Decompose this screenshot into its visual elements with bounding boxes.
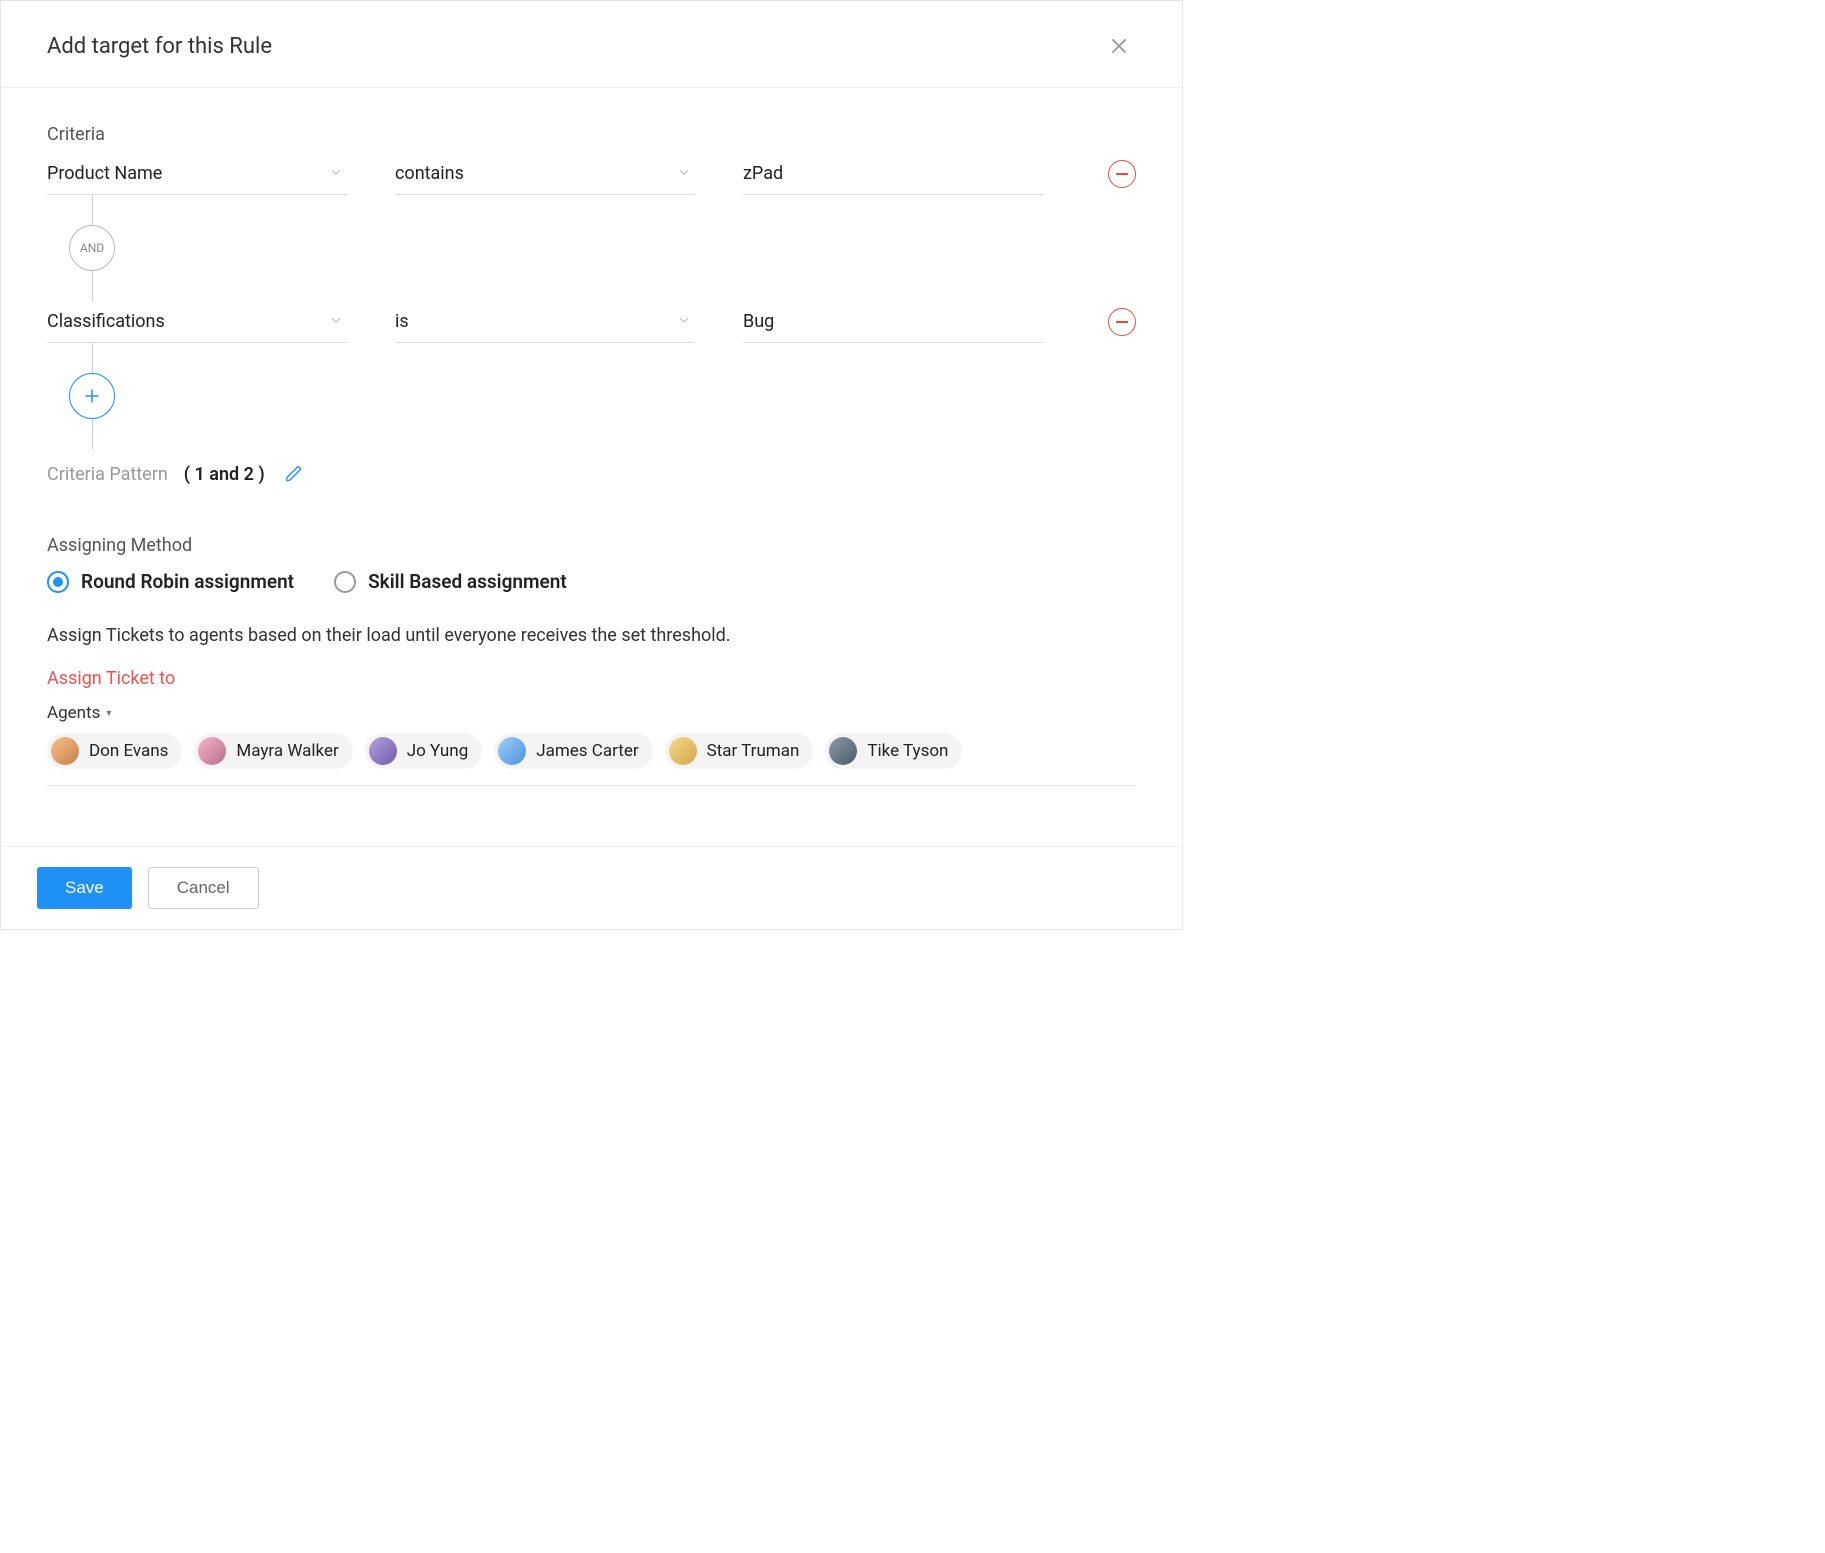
minus-icon — [1116, 321, 1128, 323]
criteria-field-select[interactable]: Classifications — [47, 301, 347, 343]
add-criteria-button[interactable] — [69, 373, 115, 419]
criteria-operator-select[interactable]: contains — [395, 153, 695, 195]
radio-skill-based[interactable]: Skill Based assignment — [334, 570, 567, 593]
dialog-body: Criteria Product Name contains zPad AND — [1, 88, 1182, 846]
chevron-down-icon — [677, 163, 691, 184]
close-icon — [1110, 37, 1128, 55]
agent-name: Jo Yung — [407, 741, 468, 761]
agent-chip[interactable]: James Carter — [494, 733, 652, 769]
chevron-down-icon — [677, 311, 691, 332]
save-button[interactable]: Save — [37, 867, 132, 909]
plus-icon — [83, 387, 101, 405]
criteria-pattern-row: Criteria Pattern ( 1 and 2 ) — [47, 461, 1136, 487]
agent-chip[interactable]: Star Truman — [665, 733, 814, 769]
avatar — [198, 737, 226, 765]
radio-label: Round Robin assignment — [81, 570, 294, 593]
criteria-value-input[interactable]: zPad — [743, 153, 1043, 195]
criteria-field-value: Product Name — [47, 163, 162, 184]
dialog-title: Add target for this Rule — [47, 34, 272, 59]
avatar — [498, 737, 526, 765]
criteria-operator-value: contains — [395, 163, 464, 184]
assign-ticket-to-label: Assign Ticket to — [47, 668, 1136, 689]
agent-chip[interactable]: Jo Yung — [365, 733, 482, 769]
criteria-pattern-value: ( 1 and 2 ) — [184, 464, 265, 485]
radio-icon — [334, 571, 356, 593]
connector-line — [92, 419, 93, 449]
agents-dropdown-label: Agents — [47, 703, 100, 723]
dialog-header: Add target for this Rule — [1, 1, 1182, 88]
minus-icon — [1116, 173, 1128, 175]
criteria-field-select[interactable]: Product Name — [47, 153, 347, 195]
assigning-label: Assigning Method — [47, 535, 1136, 556]
agent-chip[interactable]: Mayra Walker — [194, 733, 352, 769]
add-criteria-wrap — [69, 343, 115, 449]
agent-name: Tike Tyson — [867, 741, 948, 761]
criteria-operator-select[interactable]: is — [395, 301, 695, 343]
avatar — [669, 737, 697, 765]
chevron-down-icon — [329, 311, 343, 332]
assigning-section: Assigning Method Round Robin assignment … — [47, 535, 1136, 786]
criteria-pattern-label: Criteria Pattern — [47, 464, 168, 485]
agent-name: Star Truman — [707, 741, 800, 761]
pencil-icon — [285, 465, 303, 483]
agent-name: Don Evans — [89, 741, 168, 761]
radio-round-robin[interactable]: Round Robin assignment — [47, 570, 294, 593]
avatar — [829, 737, 857, 765]
chevron-down-icon — [329, 163, 343, 184]
criteria-label: Criteria — [47, 124, 1136, 145]
edit-pattern-button[interactable] — [281, 461, 307, 487]
criteria-connector: AND — [69, 195, 115, 301]
cancel-button[interactable]: Cancel — [148, 867, 259, 909]
connector-badge[interactable]: AND — [69, 225, 115, 271]
agent-chips-row: Don Evans Mayra Walker Jo Yung James Car… — [47, 733, 1136, 786]
criteria-row: Product Name contains zPad — [47, 153, 1136, 195]
criteria-value-text: zPad — [743, 163, 783, 184]
caret-down-icon: ▾ — [106, 708, 111, 719]
agent-chip[interactable]: Don Evans — [47, 733, 182, 769]
criteria-value-input[interactable]: Bug — [743, 301, 1043, 343]
rule-target-dialog: Add target for this Rule Criteria Produc… — [0, 0, 1183, 930]
radio-label: Skill Based assignment — [368, 570, 567, 593]
assigning-help-text: Assign Tickets to agents based on their … — [47, 625, 1136, 646]
agent-name: James Carter — [536, 741, 638, 761]
criteria-field-value: Classifications — [47, 311, 165, 332]
criteria-value-text: Bug — [743, 311, 774, 332]
agent-chip[interactable]: Tike Tyson — [825, 733, 962, 769]
avatar — [51, 737, 79, 765]
agent-name: Mayra Walker — [236, 741, 338, 761]
avatar — [369, 737, 397, 765]
close-button[interactable] — [1102, 29, 1136, 63]
criteria-row: Classifications is Bug — [47, 301, 1136, 343]
dialog-footer: Save Cancel — [1, 846, 1182, 929]
remove-criteria-button[interactable] — [1108, 308, 1136, 336]
remove-criteria-button[interactable] — [1108, 160, 1136, 188]
connector-line — [92, 343, 93, 373]
agents-dropdown[interactable]: Agents ▾ — [47, 703, 111, 723]
connector-line — [92, 271, 93, 301]
connector-line — [92, 195, 93, 225]
radio-icon — [47, 571, 69, 593]
criteria-operator-value: is — [395, 311, 409, 332]
assigning-radio-group: Round Robin assignment Skill Based assig… — [47, 570, 1136, 593]
